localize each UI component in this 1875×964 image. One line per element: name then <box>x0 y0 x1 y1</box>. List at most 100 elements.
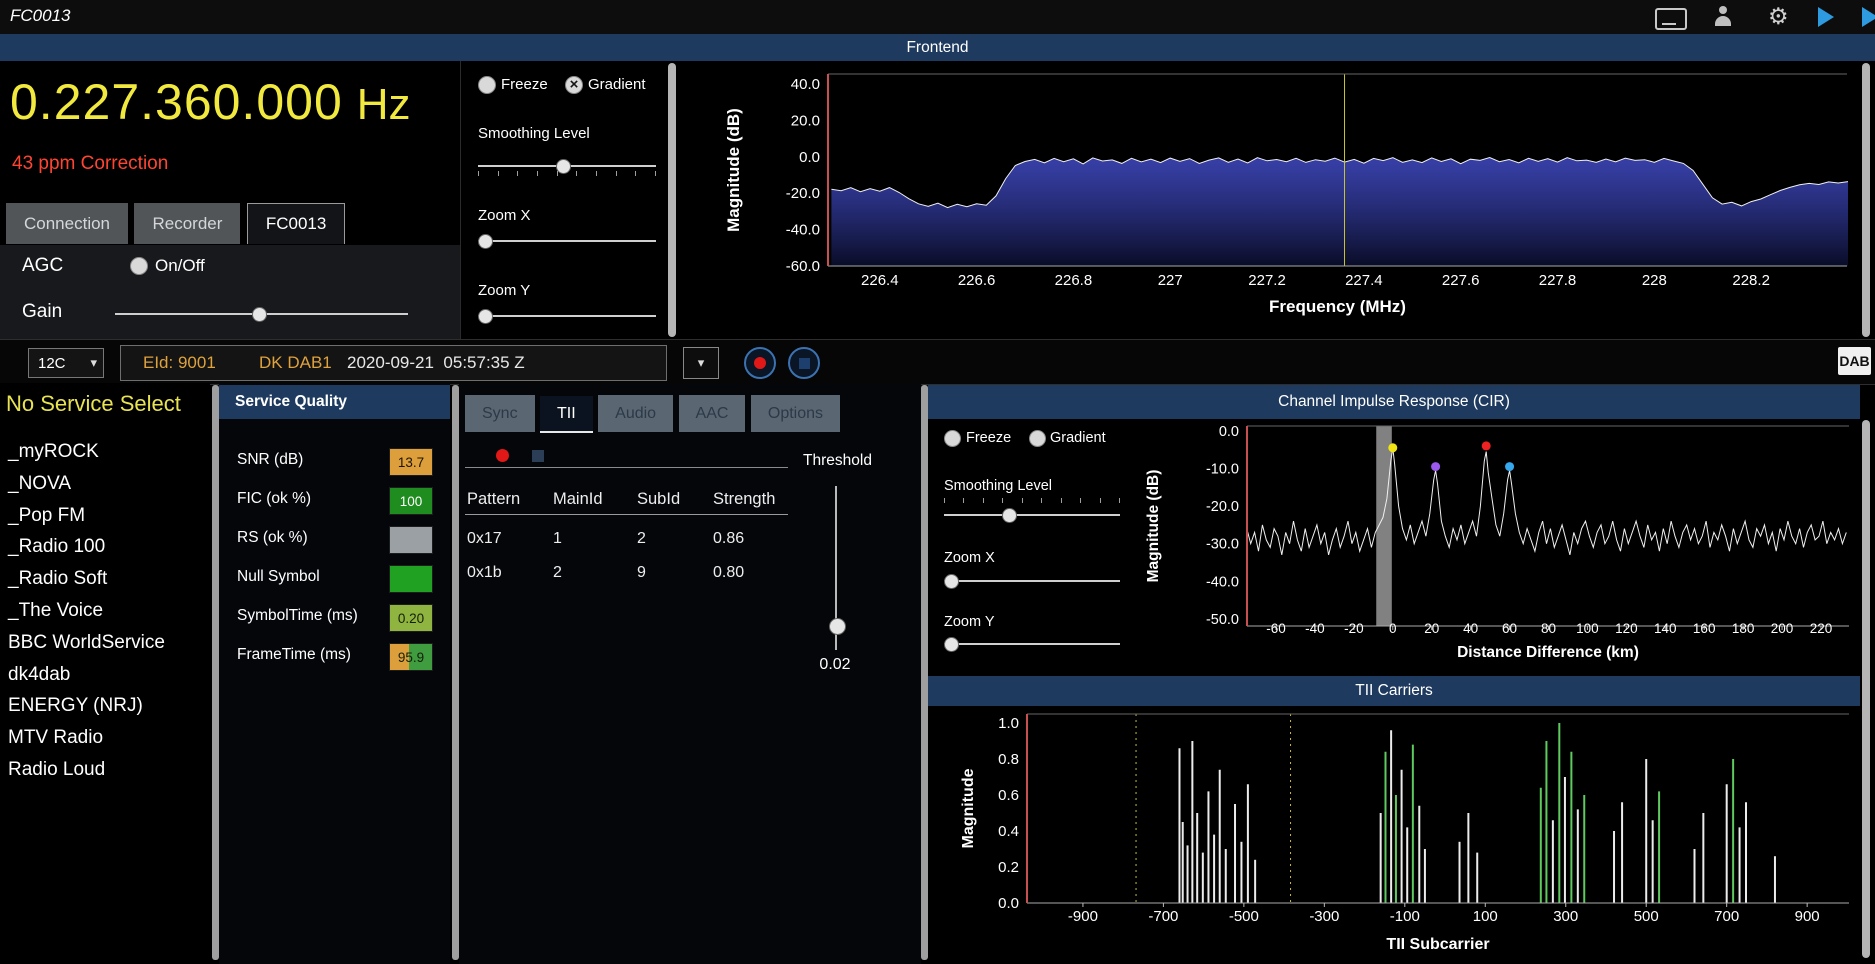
quality-splitter[interactable] <box>452 385 459 960</box>
service-item[interactable]: BBC WorldService <box>8 632 208 664</box>
agc-radio[interactable] <box>130 257 148 275</box>
tab-connection[interactable]: Connection <box>6 203 128 244</box>
tii-col-pattern: Pattern <box>467 490 520 509</box>
svg-text:227.4: 227.4 <box>1345 272 1383 289</box>
tab-aac[interactable]: AAC <box>679 395 746 432</box>
gain-slider-handle[interactable] <box>252 307 267 322</box>
tab-audio[interactable]: Audio <box>598 395 673 432</box>
service-quality-panel: Service Quality SNR (dB) 13.7 FIC (ok %)… <box>219 383 450 964</box>
tab-recorder[interactable]: Recorder <box>134 203 240 244</box>
tab-sync[interactable]: Sync <box>465 395 535 432</box>
spectrum-zoomy-handle[interactable] <box>478 309 493 324</box>
service-item[interactable]: _Radio Soft <box>8 568 208 600</box>
null-led-icon <box>532 450 544 462</box>
svg-text:-500: -500 <box>1229 908 1259 925</box>
play-icon[interactable] <box>1818 7 1834 27</box>
service-item[interactable]: Radio Loud <box>8 759 208 791</box>
cir-freeze-label: Freeze <box>966 430 1011 446</box>
cir-zoomx-label: Zoom X <box>944 550 995 566</box>
cir-smoothing-track[interactable] <box>944 514 1120 516</box>
frontend-spectrum-chart[interactable]: 40.020.00.0-20.0-40.0-60.0226.4226.6226.… <box>676 61 1860 339</box>
service-item[interactable]: _The Voice <box>8 600 208 632</box>
service-item[interactable]: _myROCK <box>8 441 208 473</box>
spectrum-zoomy-track[interactable] <box>478 315 656 317</box>
decoder-splitter[interactable] <box>921 385 928 960</box>
svg-text:180: 180 <box>1732 621 1755 636</box>
quality-value-fic: 100 <box>389 487 433 515</box>
svg-text:300: 300 <box>1553 908 1578 925</box>
spectrum-controls-scrollbar[interactable] <box>668 63 676 337</box>
svg-text:Magnitude (dB): Magnitude (dB) <box>1145 470 1162 583</box>
channel-select-value: 12C <box>29 355 90 372</box>
decoder-panel: Sync TII Audio AAC Options Pattern MainI… <box>459 383 921 964</box>
svg-text:227: 227 <box>1158 272 1183 289</box>
cir-zoomy-handle[interactable] <box>944 637 959 652</box>
svg-text:120: 120 <box>1615 621 1638 636</box>
svg-text:0.0: 0.0 <box>998 895 1019 912</box>
svg-text:-40.0: -40.0 <box>786 222 820 239</box>
channel-select[interactable]: 12C <box>28 348 104 378</box>
svg-text:1.0: 1.0 <box>998 715 1019 732</box>
spectrum-zoomx-track[interactable] <box>478 240 656 242</box>
service-item[interactable]: _NOVA <box>8 473 208 505</box>
service-item[interactable]: _Pop FM <box>8 505 208 537</box>
spectrum-gradient-radio[interactable] <box>565 76 583 94</box>
svg-text:700: 700 <box>1714 908 1739 925</box>
sync-led-icon <box>496 449 509 462</box>
window-title: FC0013 <box>10 6 70 26</box>
settings-gear-icon[interactable] <box>1768 3 1789 30</box>
service-item[interactable]: ENERGY (NRJ) <box>8 695 208 727</box>
spectrum-scrollbar[interactable] <box>1862 63 1870 337</box>
cir-smoothing-handle[interactable] <box>1002 508 1017 523</box>
cir-zoomx-handle[interactable] <box>944 574 959 589</box>
spectrum-zoomx-handle[interactable] <box>478 234 493 249</box>
svg-text:100: 100 <box>1576 621 1599 636</box>
right-scrollbar[interactable] <box>1862 420 1870 958</box>
svg-text:100: 100 <box>1473 908 1498 925</box>
spectrum-freeze-radio[interactable] <box>478 76 496 94</box>
svg-text:40: 40 <box>1463 621 1478 636</box>
play-icon-secondary[interactable] <box>1862 7 1875 27</box>
cir-gradient-radio[interactable] <box>1029 430 1046 447</box>
cir-zoomx-track[interactable] <box>944 580 1120 582</box>
svg-text:Magnitude: Magnitude <box>960 768 977 848</box>
quality-value-snr: 13.7 <box>389 448 433 476</box>
tii-col-subid: SubId <box>637 490 680 509</box>
tab-tii[interactable]: TII <box>540 396 593 433</box>
stop-button[interactable] <box>788 347 820 379</box>
svg-text:-30.0: -30.0 <box>1206 537 1239 553</box>
cir-zoomy-track[interactable] <box>944 643 1120 645</box>
cir-freeze-radio[interactable] <box>944 430 961 447</box>
svg-text:20.0: 20.0 <box>791 112 820 129</box>
record-button[interactable] <box>744 347 776 379</box>
svg-text:0.2: 0.2 <box>998 859 1019 876</box>
service-item[interactable]: MTV Radio <box>8 727 208 759</box>
agc-toggle-label: On/Off <box>155 256 205 276</box>
svg-text:0.0: 0.0 <box>799 149 820 166</box>
services-list: _myROCK _NOVA _Pop FM _Radio 100 _Radio … <box>8 441 208 791</box>
tab-fc0013[interactable]: FC0013 <box>247 203 345 244</box>
tab-options[interactable]: Options <box>751 395 840 432</box>
svg-text:0.0: 0.0 <box>1219 424 1239 440</box>
svg-text:0.8: 0.8 <box>998 751 1019 768</box>
frontend-header: Frontend <box>0 34 1875 61</box>
keyboard-icon[interactable] <box>1655 8 1687 30</box>
user-info-icon[interactable] <box>1714 6 1732 28</box>
service-item[interactable]: _Radio 100 <box>8 536 208 568</box>
svg-text:-20: -20 <box>1344 621 1364 636</box>
svg-text:-20.0: -20.0 <box>1206 499 1239 515</box>
threshold-label: Threshold <box>795 452 880 470</box>
tuner-tab-content: AGC On/Off Gain <box>0 245 460 339</box>
svg-text:0: 0 <box>1389 621 1397 636</box>
svg-text:0.4: 0.4 <box>998 823 1019 840</box>
svg-text:-900: -900 <box>1068 908 1098 925</box>
frequency-unit: Hz <box>357 80 411 130</box>
cir-smoothing-ticks <box>944 498 1120 503</box>
ensemble-dropdown-button[interactable] <box>683 347 719 379</box>
services-splitter[interactable] <box>212 385 219 960</box>
threshold-slider-handle[interactable] <box>829 618 846 635</box>
frontend-header-title: Frontend <box>906 39 968 57</box>
tuner-tab-bar: Connection Recorder FC0013 <box>6 203 347 245</box>
stop-square-icon <box>799 358 810 369</box>
service-item[interactable]: dk4dab <box>8 664 208 696</box>
